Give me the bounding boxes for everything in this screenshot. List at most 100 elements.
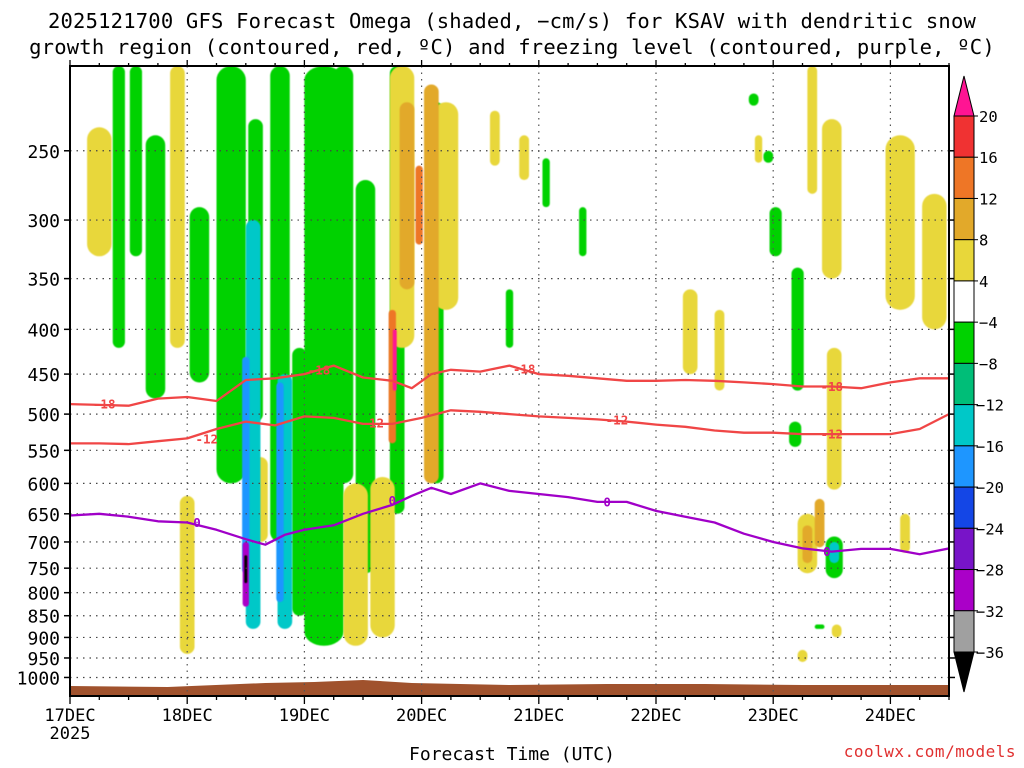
colorbar-label: 12 <box>979 190 998 208</box>
colorbar-label: −24 <box>976 520 1004 538</box>
omega-area-g5 <box>216 66 246 484</box>
colorbar-label: 16 <box>979 149 998 167</box>
colorbar-segment <box>953 486 975 529</box>
y-tick-label-750: 750 <box>27 559 60 580</box>
omega-area-k1 <box>244 555 248 584</box>
colorbar-label: −20 <box>976 479 1004 497</box>
omega-time-height-chart: -18 -18 -18 -18 -12 -12 -12 -12 0 0 0 0 250 300 350 40… <box>17 60 1004 744</box>
x-axis-year-label: 2025 <box>50 724 91 744</box>
contour-label: 0 <box>193 515 201 530</box>
y-tick-label-600: 600 <box>27 474 60 495</box>
omega-area-g18 <box>763 150 774 163</box>
y-tick-label-400: 400 <box>27 320 60 341</box>
omega-area-y21 <box>797 649 808 662</box>
y-tick-label-1000: 1000 <box>17 668 60 689</box>
colorbar-label: −12 <box>976 397 1004 415</box>
omega-area-g4 <box>189 207 210 383</box>
y-tick-label-300: 300 <box>27 211 60 232</box>
contour-label: 0 <box>823 544 831 559</box>
colorbar-segment <box>953 239 975 282</box>
colorbar: 20 16 12 8 4 −4 −8 −12 −16 −20 −24 −28 −32 −36 <box>953 75 1004 693</box>
colorbar-label: −4 <box>979 314 998 332</box>
omega-area-g15 <box>542 158 550 208</box>
y-tick-label-900: 900 <box>27 628 60 649</box>
colorbar-segment <box>953 197 975 241</box>
colorbar-label: −32 <box>976 603 1004 621</box>
terrain-surface <box>70 680 949 696</box>
omega-area-y14 <box>807 66 818 194</box>
omega-area-g3 <box>145 135 166 399</box>
y-tick-label-450: 450 <box>27 365 60 386</box>
colorbar-bottom-triangle <box>953 651 975 693</box>
colorbar-segment <box>953 321 975 364</box>
x-tick-label-18DEC: 18DEC <box>162 706 213 726</box>
contour-label: -18 <box>821 379 844 394</box>
omega-area-g19 <box>769 207 782 257</box>
omega-area-g20 <box>791 267 804 391</box>
y-tick-label-350: 350 <box>27 270 60 291</box>
omega-area-g23 <box>814 624 825 629</box>
omega-area-o4 <box>814 498 825 548</box>
omega-area-y10 <box>519 135 530 181</box>
colorbar-segment <box>953 156 975 199</box>
omega-area-y15 <box>822 119 842 279</box>
omega-area-y1 <box>87 127 112 257</box>
y-tick-label-550: 550 <box>27 441 60 462</box>
omega-area-y12 <box>714 309 725 391</box>
y-tick-label-250: 250 <box>27 142 60 163</box>
colorbar-segment <box>953 362 975 406</box>
x-tick-label-20DEC: 20DEC <box>396 706 447 726</box>
colorbar-label: −16 <box>976 438 1004 456</box>
colorbar-segment <box>953 445 975 488</box>
contour-label: -12 <box>821 427 844 442</box>
omega-area-g16 <box>579 207 587 257</box>
contour-label: -18 <box>308 362 331 377</box>
contour-label: -18 <box>93 397 116 412</box>
terrain-fill <box>70 680 949 696</box>
omega-area-y16 <box>826 347 842 490</box>
colorbar-top-triangle <box>953 75 975 117</box>
colorbar-label: 8 <box>979 232 988 250</box>
x-tick-label-21DEC: 21DEC <box>513 706 564 726</box>
omega-area-g14 <box>505 289 514 348</box>
x-tick-label-17DEC: 17DEC <box>44 706 95 726</box>
omega-area-o2 <box>424 84 439 484</box>
x-tick-label-22DEC: 22DEC <box>630 706 681 726</box>
colorbar-label: −36 <box>976 644 1004 662</box>
contour-label: -12 <box>195 432 218 447</box>
y-tick-label-650: 650 <box>27 505 60 526</box>
colorbar-segment <box>953 527 975 571</box>
omega-area-y13 <box>754 135 763 163</box>
omega-area-y11 <box>682 289 698 375</box>
omega-area-y20 <box>900 513 910 553</box>
omega-area-y2 <box>170 66 185 348</box>
omega-area-y9 <box>489 110 500 166</box>
omega-area-o1 <box>399 102 415 290</box>
contour-label: -12 <box>361 416 384 431</box>
y-tick-label-700: 700 <box>27 533 60 554</box>
contour-label: 0 <box>389 493 397 508</box>
contour-label: -12 <box>606 413 629 428</box>
omega-area-g1 <box>112 66 125 348</box>
colorbar-segment <box>953 280 975 323</box>
colorbar-segment <box>953 115 975 158</box>
y-tick-label-500: 500 <box>27 405 60 426</box>
omega-area-y19 <box>922 193 947 330</box>
colorbar-segment <box>953 569 975 612</box>
colorbar-segment <box>953 404 975 447</box>
x-tick-label-23DEC: 23DEC <box>748 706 799 726</box>
y-tick-label-850: 850 <box>27 607 60 628</box>
contour-label: -18 <box>513 361 536 376</box>
omega-area-y5 <box>343 483 368 646</box>
y-tick-label-800: 800 <box>27 584 60 605</box>
colorbar-label: 4 <box>979 273 988 291</box>
colorbar-segment <box>953 610 975 653</box>
omega-area-g2 <box>129 66 143 257</box>
contour-label: 0 <box>603 494 611 509</box>
omega-area-g17 <box>748 93 759 106</box>
colorbar-label: −28 <box>976 562 1004 580</box>
colorbar-label: −8 <box>979 355 998 373</box>
credit-text: coolwx.com/models <box>843 742 1016 761</box>
x-tick-label-24DEC: 24DEC <box>865 706 916 726</box>
y-tick-label-950: 950 <box>27 649 60 670</box>
